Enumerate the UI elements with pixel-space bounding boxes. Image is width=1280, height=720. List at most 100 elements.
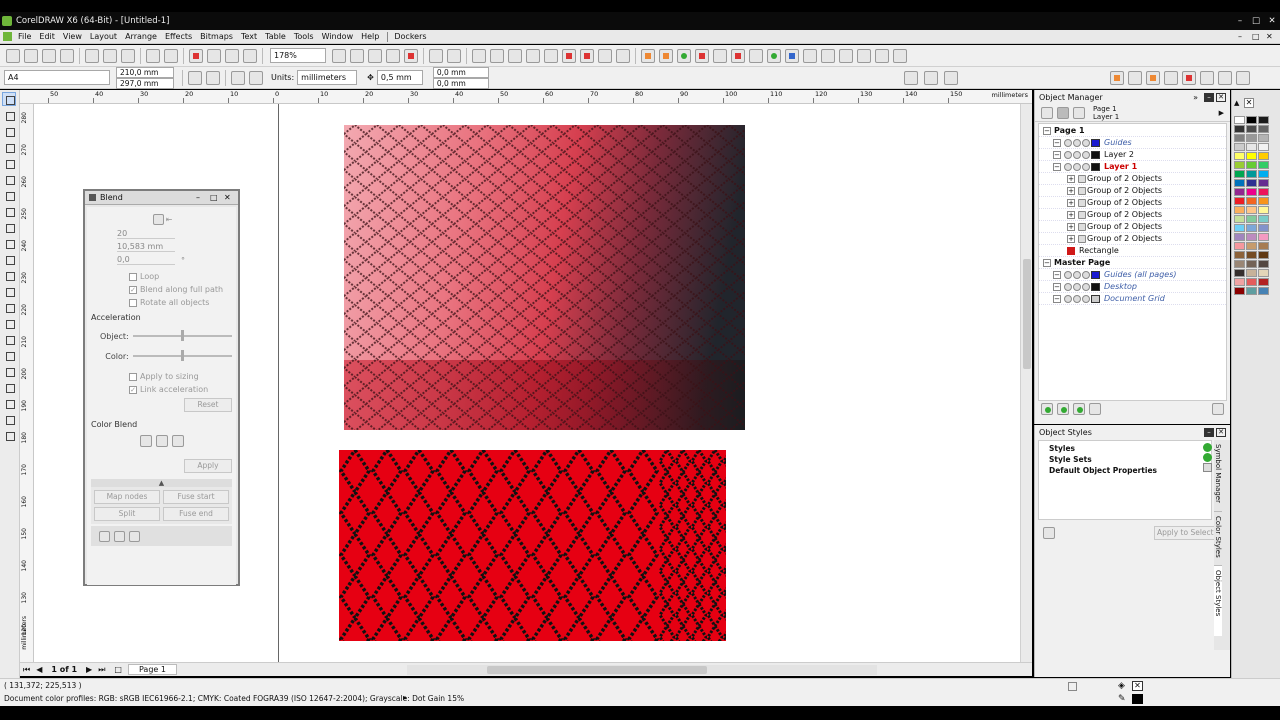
horizontal-scrollbar[interactable] — [406, 664, 877, 675]
undo-icon[interactable] — [146, 48, 160, 63]
text-tool-icon[interactable] — [2, 252, 16, 266]
smart-fill-tool-icon[interactable] — [2, 172, 16, 186]
simplify-icon[interactable] — [616, 48, 630, 63]
new-master-odd-icon[interactable] — [1089, 403, 1101, 415]
palette-swatch[interactable] — [1234, 269, 1245, 277]
eye-icon[interactable] — [1064, 138, 1072, 147]
expand-toggle-icon[interactable]: − — [1043, 126, 1051, 135]
clockwise-blend-icon[interactable] — [155, 435, 168, 447]
new-master-all-icon[interactable] — [1073, 403, 1085, 415]
menu-edit[interactable]: Edit — [39, 32, 55, 41]
ellipse-tool-icon[interactable] — [2, 204, 16, 218]
blend-title-bar[interactable]: Blend – □ ✕ — [85, 191, 238, 205]
palette-swatch[interactable] — [1258, 161, 1269, 169]
docker-close-button[interactable]: ✕ — [1216, 92, 1226, 102]
vertical-scrollbar[interactable] — [1020, 104, 1032, 662]
horizontal-scroll-thumb[interactable] — [486, 665, 707, 674]
tree-layer-node[interactable]: − Guides (all pages) — [1039, 269, 1226, 281]
tree-object-node[interactable]: + Group of 2 Objects — [1039, 173, 1226, 185]
blend-steps-mode-icon[interactable] — [152, 213, 164, 225]
palette-swatch[interactable] — [1234, 215, 1245, 223]
doc-restore-button[interactable]: □ — [1252, 32, 1266, 41]
docker-flyout-arrow-icon[interactable]: ▶ — [1219, 109, 1224, 117]
nudge-field[interactable]: 0,5 mm — [376, 70, 423, 85]
edit-across-layers-icon[interactable] — [1057, 106, 1069, 119]
palette-swatch[interactable] — [1246, 224, 1257, 232]
palette-swatch[interactable] — [1258, 233, 1269, 241]
end-object-icon[interactable] — [114, 530, 125, 542]
new-style-set-icon[interactable] — [1203, 453, 1212, 462]
pencil-icon[interactable] — [1082, 162, 1090, 171]
palette-swatch[interactable] — [1234, 125, 1245, 133]
table-icon[interactable] — [893, 48, 907, 63]
vertical-ruler[interactable]: millimeters 280 270 260 250 240 230 220 210 200 1… — [20, 104, 34, 662]
expand-toggle-icon[interactable]: + — [1067, 234, 1075, 243]
palette-swatch[interactable] — [1258, 197, 1269, 205]
palette-swatch[interactable] — [1234, 260, 1245, 268]
map-nodes-button[interactable]: Map nodes — [94, 490, 160, 504]
menu-file[interactable]: File — [18, 32, 31, 41]
color-accel-slider[interactable] — [132, 350, 232, 361]
printer-icon[interactable] — [1073, 162, 1081, 171]
polygon-tool-icon[interactable] — [2, 220, 16, 234]
palette-swatch[interactable] — [1246, 179, 1257, 187]
palette-swatch[interactable] — [1234, 233, 1245, 241]
rulers-icon[interactable] — [350, 48, 364, 63]
forward-one-icon[interactable] — [803, 48, 817, 63]
outline-status-icon[interactable]: ✎ — [1118, 694, 1126, 704]
palette-swatch[interactable] — [1234, 242, 1245, 250]
horizontal-ruler[interactable]: millimeters 50 40 30 20 10 0 10 20 30 40 50 60 70 80 9… — [20, 90, 1032, 104]
guidelines-icon[interactable] — [386, 48, 400, 63]
mirror-h-icon[interactable] — [839, 48, 853, 63]
style-sets-item[interactable]: Style Sets — [1049, 454, 1211, 465]
align-top-icon[interactable] — [526, 48, 540, 63]
palette-swatch[interactable] — [1258, 242, 1269, 250]
align-left-icon[interactable] — [472, 48, 486, 63]
palette-swatch[interactable] — [1246, 170, 1257, 178]
eye-icon[interactable] — [1064, 150, 1072, 159]
palette-swatch[interactable] — [1258, 179, 1269, 187]
redo-icon[interactable] — [164, 48, 178, 63]
align-middle-icon[interactable] — [544, 48, 558, 63]
pencil-icon[interactable] — [1082, 150, 1090, 159]
show-properties-icon[interactable] — [1041, 106, 1053, 119]
all-pages-icon[interactable] — [231, 70, 245, 85]
tree-object-node[interactable]: + Group of 2 Objects — [1039, 209, 1226, 221]
palette-swatch[interactable] — [1246, 233, 1257, 241]
menu-view[interactable]: View — [63, 32, 82, 41]
palette-swatch[interactable] — [1234, 143, 1245, 151]
landscape-icon[interactable] — [206, 70, 220, 85]
rectangle-tool-icon[interactable] — [2, 188, 16, 202]
menu-text[interactable]: Text — [241, 32, 257, 41]
blend-full-path-checkbox[interactable]: ✓ — [129, 285, 137, 294]
macro-options-icon[interactable] — [1236, 70, 1250, 85]
align-center-icon[interactable] — [490, 48, 504, 63]
palette-swatch[interactable] — [1258, 188, 1269, 196]
page-width-field[interactable]: 210,0 mm — [116, 66, 174, 78]
palette-swatch[interactable] — [1234, 197, 1245, 205]
palette-swatch[interactable] — [1258, 224, 1269, 232]
new-style-icon[interactable] — [1203, 443, 1212, 452]
vertical-scroll-thumb[interactable] — [1023, 259, 1031, 369]
tree-layer-node[interactable]: − Layer 2 — [1039, 149, 1226, 161]
tree-layer-node[interactable]: − Desktop — [1039, 281, 1226, 293]
apply-button[interactable]: Apply — [184, 459, 232, 473]
palette-swatch[interactable] — [1246, 197, 1257, 205]
eye-icon[interactable] — [1064, 282, 1072, 291]
lock-icon[interactable] — [641, 48, 655, 63]
to-back-icon[interactable] — [785, 48, 799, 63]
edit-fill-icon[interactable] — [904, 70, 918, 85]
crop-tool-icon[interactable] — [2, 124, 16, 138]
menu-layout[interactable]: Layout — [90, 32, 117, 41]
docker-minimize-button[interactable]: – — [1204, 92, 1214, 102]
expand-toggle-icon[interactable]: + — [1067, 222, 1075, 231]
doc-close-button[interactable]: ✕ — [1266, 32, 1280, 41]
pencil-icon[interactable] — [1082, 282, 1090, 291]
fill-status-icon[interactable]: ◈ — [1118, 681, 1125, 691]
eye-icon[interactable] — [1064, 294, 1072, 303]
import-styles-icon[interactable] — [1203, 463, 1212, 472]
mirror-v-icon[interactable] — [857, 48, 871, 63]
palette-swatch[interactable] — [1258, 116, 1269, 124]
object-accel-slider[interactable] — [132, 330, 232, 341]
macro-manager-icon[interactable] — [1146, 70, 1160, 85]
